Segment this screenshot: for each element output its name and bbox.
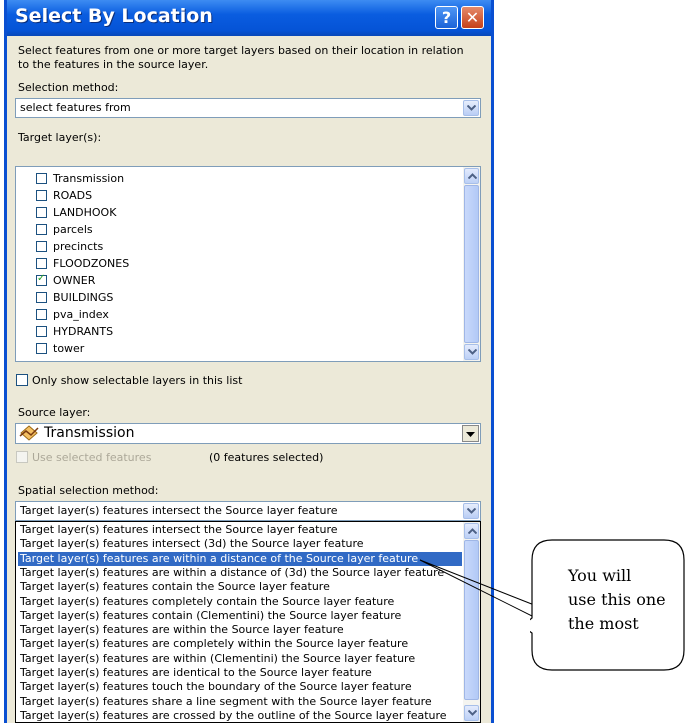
callout-line: You will bbox=[568, 566, 632, 585]
callout-text: You will use this one the most bbox=[568, 564, 666, 636]
callout-line: the most bbox=[568, 614, 639, 633]
callout-line: use this one bbox=[568, 590, 666, 609]
